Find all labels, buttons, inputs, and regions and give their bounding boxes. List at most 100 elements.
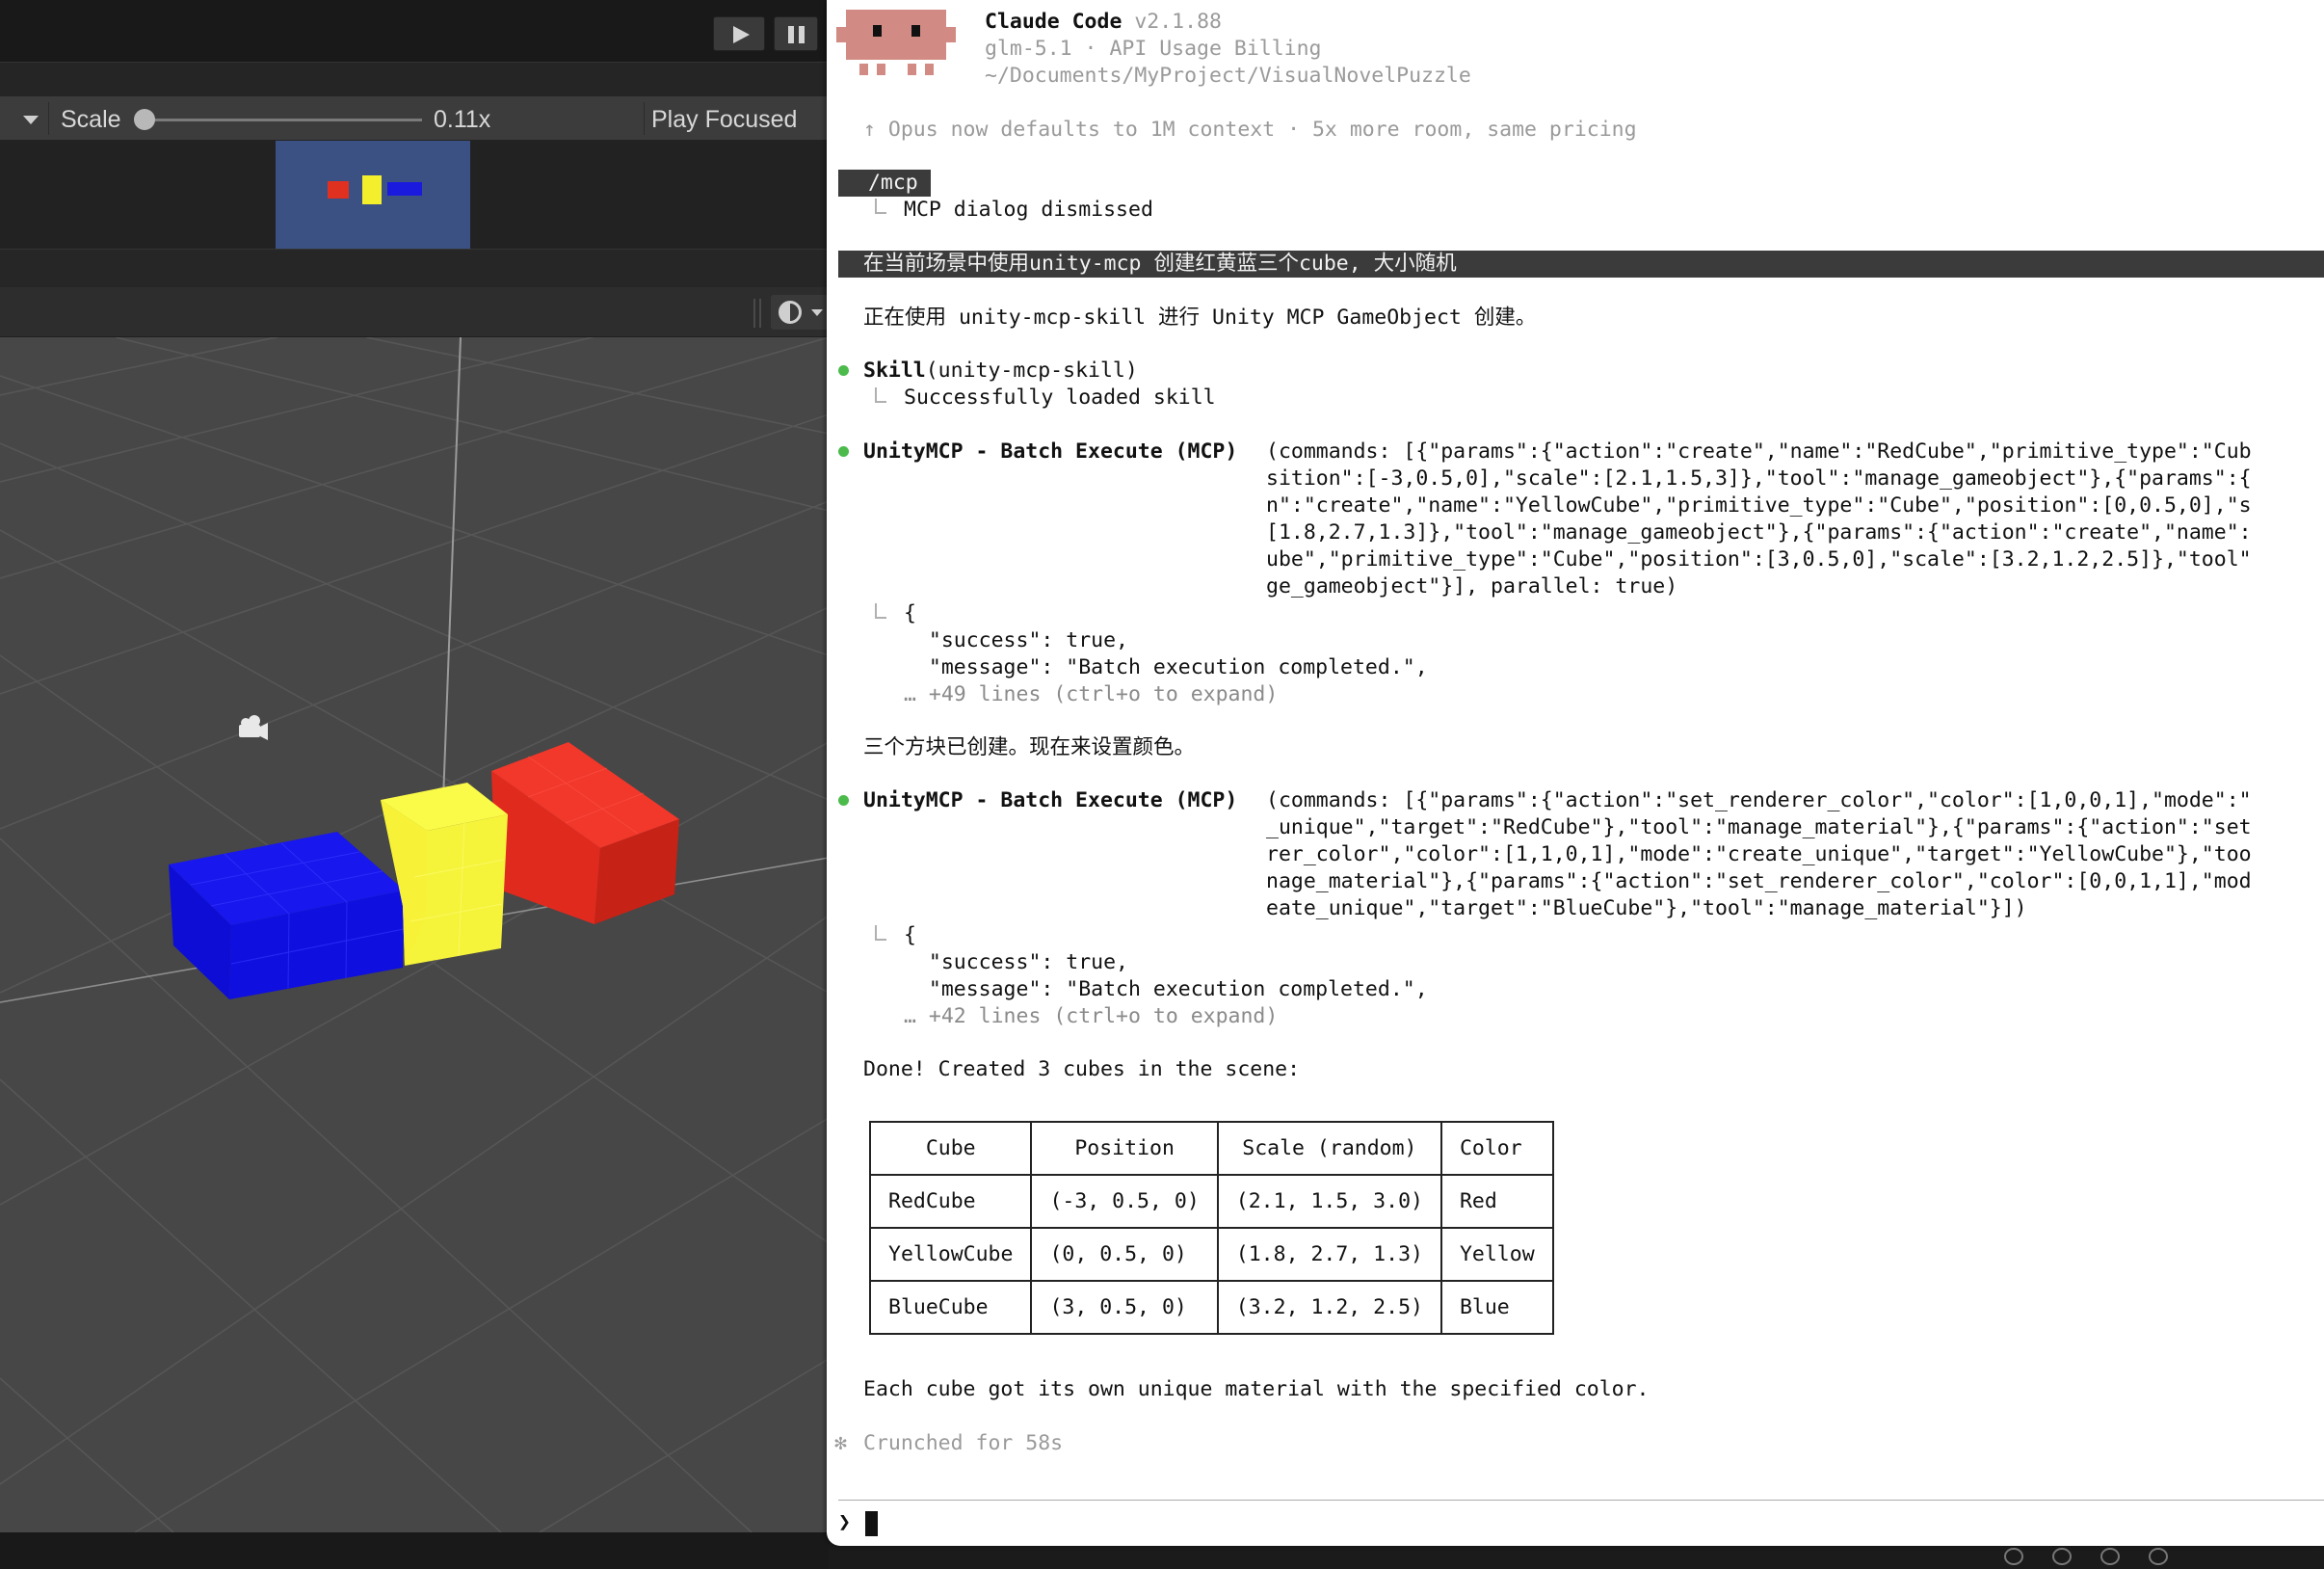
toolbar-grip-icon [753,299,761,328]
batch2-args-line: eate_unique","target":"BlueCube"},"tool"… [1266,896,2027,920]
model-line: glm-5.1 · API Usage Billing [985,37,1322,61]
y-axis-line [442,337,462,801]
table-header-cell: Color [1439,1121,1554,1176]
camera-gizmo-icon [239,715,268,740]
batch2-args-line: _unique","target":"RedCube"},"tool":"man… [1266,815,2252,839]
tray-icon[interactable] [2052,1548,2072,1565]
batch2-tool-name: UnityMCP - Batch Execute (MCP) [863,788,1238,812]
summary-text: Each cube got its own unique material wi… [863,1377,1650,1401]
play-focused-dropdown[interactable]: Play Focused [651,106,797,134]
table-cell: (3, 0.5, 0) [1030,1280,1219,1335]
mid-text: 三个方块已创建。现在来设置颜色。 [863,735,1196,759]
batch2-args-line: rer_color","color":[1,1,0,1],"mode":"cre… [1266,842,2252,866]
play-button[interactable] [713,16,765,51]
table-cell: (-3, 0.5, 0) [1030,1174,1219,1229]
skill-name: Skill [863,359,926,383]
table-cell: (2.1, 1.5, 3.0) [1216,1174,1442,1229]
scene-view-toolbar [0,287,829,337]
working-directory: ~/Documents/MyProject/VisualNovelPuzzle [985,64,1471,88]
prompt-chevron-icon: ❯ [838,1510,851,1534]
game-view-toolbar: Scale 0.11x Play Focused [0,96,829,141]
batch2-result-line: "success": true, [904,950,1128,974]
scene-tab-strip [0,249,829,287]
tray-icon[interactable] [2004,1548,2023,1565]
scene-viewport[interactable] [0,337,829,1532]
status-line: Crunched for 58s [863,1431,1064,1455]
intro-text: 正在使用 unity-mcp-skill 进行 Unity MCP GameOb… [863,306,1537,330]
preview-blue-cube [387,182,422,196]
table-cell: Yellow [1439,1227,1554,1282]
app-header: Claude Code v2.1.88 [985,9,1222,36]
text-cursor[interactable] [865,1511,878,1536]
result-connector-icon [875,387,886,403]
shading-sphere-icon [779,301,802,324]
batch2-expand-hint[interactable]: … +42 lines (ctrl+o to expand) [904,1003,1278,1030]
status-dot-icon [838,795,849,806]
unity-editor: Scale 0.11x Play Focused [0,0,829,1569]
chevron-down-icon [811,309,823,316]
batch2-result-line: "message": "Batch execution completed.", [904,977,1428,1001]
done-text: Done! Created 3 cubes in the scene: [863,1057,1301,1081]
preview-red-cube [328,181,349,199]
app-version: v2.1.88 [1134,10,1222,34]
batch1-tool-name: UnityMCP - Batch Execute (MCP) [863,439,1238,464]
scale-slider-handle[interactable] [134,109,155,130]
skill-call: Skill(unity-mcp-skill) [863,358,1138,385]
shading-mode-button[interactable] [771,295,829,330]
table-header-cell: Position [1030,1121,1219,1176]
table-header-cell: Scale (random) [1216,1121,1442,1176]
unity-status-bar [0,1532,829,1569]
result-connector-icon [875,199,886,214]
scale-value: 0.11x [434,106,491,133]
result-connector-icon [875,925,886,941]
table-cell: BlueCube [868,1280,1033,1335]
app-name: Claude Code [985,10,1122,34]
batch2-args-line: (commands: [{"params":{"action":"set_ren… [1266,788,2252,812]
batch1-args-line: (commands: [{"params":{"action":"create"… [1266,439,2252,464]
game-preview-render [276,141,470,249]
batch1-args-line: ge_gameobject"}], parallel: true) [1266,574,1678,598]
table-row: BlueCube (3, 0.5, 0) (3.2, 1.2, 2.5) Blu… [868,1280,1554,1335]
table-row: RedCube (-3, 0.5, 0) (2.1, 1.5, 3.0) Red [868,1174,1554,1229]
game-view [0,141,829,249]
status-dot-icon [838,365,849,376]
tray-icon[interactable] [2100,1548,2120,1565]
table-cell: Blue [1439,1280,1554,1335]
toolbar-separator [48,102,49,135]
batch1-result-line: "message": "Batch execution completed.", [904,655,1428,679]
scene-view[interactable] [0,337,829,1532]
batch1-expand-hint[interactable]: … +49 lines (ctrl+o to expand) [904,681,1278,708]
batch1-args-line: ube","primitive_type":"Cube","position":… [1266,547,2252,572]
skill-args: (unity-mcp-skill) [925,359,1138,383]
scale-label: Scale [61,106,121,133]
table-cell: Red [1439,1174,1554,1229]
user-prompt: 在当前场景中使用unity-mcp 创建红黄蓝三个cube, 大小随机 [863,252,1457,276]
cube-summary-table: Cube Position Scale (random) Color RedCu… [868,1121,1554,1335]
batch1-args-line: n":"create","name":"YellowCube","primiti… [1266,493,2252,518]
sparkle-icon: ✻ [834,1431,847,1455]
claude-mascot-icon [836,10,956,79]
claude-code-terminal[interactable]: Claude Code v2.1.88 glm-5.1 · API Usage … [827,0,2324,1546]
tray-icon[interactable] [2149,1548,2168,1565]
display-dropdown-icon[interactable] [23,116,39,124]
batch2-args-line: nage_material"},{"params":{"action":"set… [1266,869,2252,893]
table-cell: YellowCube [868,1227,1033,1282]
table-cell: (1.8, 2.7, 1.3) [1216,1227,1442,1282]
mcp-result: MCP dialog dismissed [904,198,1153,222]
table-row: YellowCube (0, 0.5, 0) (1.8, 2.7, 1.3) Y… [868,1227,1554,1282]
scale-slider-track[interactable] [145,119,422,121]
skill-result: Successfully loaded skill [904,386,1216,410]
blue-cube[interactable] [169,832,405,999]
result-connector-icon [875,603,886,619]
preview-yellow-cube [362,175,382,204]
status-dot-icon [838,446,849,457]
game-tab-strip [0,62,829,96]
unity-top-toolbar [0,0,829,62]
table-cell: (3.2, 1.2, 2.5) [1216,1280,1442,1335]
pause-button[interactable] [774,16,818,51]
menu-bar-tray [1985,1542,2197,1569]
table-cell: RedCube [868,1174,1033,1229]
table-header-row: Cube Position Scale (random) Color [868,1121,1554,1176]
table-cell: (0, 0.5, 0) [1030,1227,1219,1282]
red-cube[interactable] [491,742,679,924]
